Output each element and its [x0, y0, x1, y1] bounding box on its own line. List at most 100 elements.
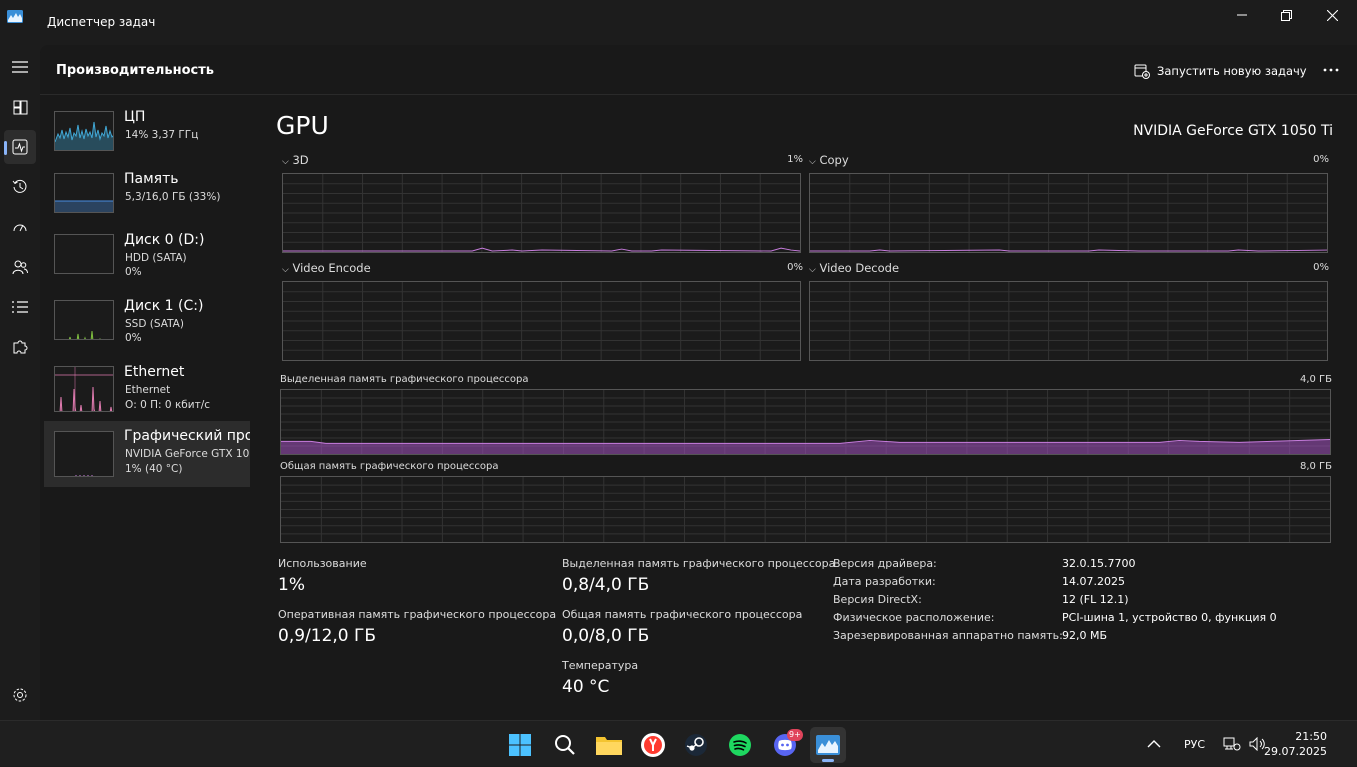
device-name: Диск 0 (D:) — [124, 232, 205, 248]
clock-time: 21:50 — [1295, 730, 1327, 743]
engine-label: Video Encode — [292, 261, 371, 275]
show-hidden-icons-button[interactable] — [1147, 721, 1161, 767]
gpu-model-name: NVIDIA GeForce GTX 1050 Ti — [1133, 123, 1333, 139]
device-gpu-0[interactable]: Графический процессор 0 NVIDIA GeForce G… — [44, 421, 250, 487]
engine-value: 1% — [787, 154, 803, 165]
clock-date: 29.07.2025 — [1264, 745, 1327, 758]
device-name: ЦП — [124, 109, 146, 125]
engine-value: 0% — [787, 262, 803, 273]
maximize-button[interactable] — [1263, 0, 1309, 30]
dedicated-memory-graph-label: Выделенная память графического процессор… — [280, 374, 529, 385]
language-indicator[interactable]: РУС — [1184, 721, 1205, 767]
info-key: Зарезервированная аппаратно память: — [833, 629, 1063, 642]
graph-grid — [810, 282, 1327, 360]
graph-grid — [281, 477, 1330, 542]
run-new-task-button[interactable]: Запустить новую задачу — [1134, 61, 1307, 81]
task-manager-app-icon — [7, 10, 23, 23]
main-panel: Производительность Запустить новую задач… — [40, 45, 1357, 720]
gpu-thumbnail-graph — [54, 431, 114, 477]
info-value: 32.0.15.7700 — [1062, 557, 1136, 570]
nav-processes[interactable] — [4, 90, 36, 124]
nav-details[interactable] — [4, 290, 36, 324]
more-dots-icon — [1323, 68, 1339, 72]
title-bar: Диспетчер задач — [0, 0, 1357, 45]
device-memory[interactable]: Память 5,3/16,0 ГБ (33%) — [44, 167, 250, 231]
processes-icon — [13, 100, 27, 114]
network-button[interactable] — [1223, 721, 1241, 767]
start-button[interactable] — [502, 727, 538, 763]
temperature-value: 40 °C — [562, 677, 610, 697]
hamburger-menu-button[interactable] — [4, 50, 36, 84]
shared-memory-graph — [280, 476, 1331, 543]
chevron-down-icon: ⌵ — [809, 265, 816, 275]
nav-services[interactable] — [4, 330, 36, 364]
engine-selector-3d[interactable]: ⌵ 3D — [282, 153, 309, 167]
taskbar: 9+ РУС 21:50 29.07.2025 — [0, 720, 1357, 766]
dedicated-memory-value: 0,8/4,0 ГБ — [562, 575, 650, 595]
page-title: Производительность — [56, 63, 215, 78]
disk0-thumbnail-graph — [54, 234, 114, 274]
details-list-icon — [12, 301, 28, 313]
usage-trace — [283, 247, 800, 252]
close-icon — [1326, 9, 1338, 21]
yandex-browser-icon — [641, 733, 665, 757]
nav-settings[interactable] — [4, 678, 36, 712]
task-manager-icon — [816, 735, 840, 755]
run-new-task-label: Запустить новую задачу — [1157, 64, 1307, 78]
shared-memory-value: 0,0/8,0 ГБ — [562, 626, 650, 646]
nav-app-history[interactable] — [4, 170, 36, 204]
nav-users[interactable] — [4, 250, 36, 284]
device-name: Графический процессор 0 — [124, 428, 250, 444]
graph-grid — [810, 174, 1327, 252]
chevron-down-icon: ⌵ — [282, 157, 289, 167]
search-button[interactable] — [547, 727, 583, 763]
windows-logo-icon — [509, 734, 531, 756]
chevron-down-icon: ⌵ — [809, 157, 816, 167]
chevron-down-icon: ⌵ — [282, 265, 289, 275]
info-key: Версия драйвера: — [833, 557, 937, 570]
discord-notification-badge: 9+ — [787, 729, 803, 741]
engine-label: Copy — [819, 153, 849, 167]
close-button[interactable] — [1309, 0, 1355, 30]
device-usage: 0% — [125, 266, 142, 278]
taskbar-discord[interactable]: 9+ — [767, 727, 803, 763]
taskbar-file-explorer[interactable] — [591, 727, 627, 763]
dedicated-memory-max: 4,0 ГБ — [1299, 374, 1332, 385]
taskbar-yandex-browser[interactable] — [635, 727, 671, 763]
device-disk-1[interactable]: Диск 1 (C:) SSD (SATA) 0% — [44, 294, 250, 358]
device-throughput: О: 0 П: 0 кбит/с — [125, 399, 211, 411]
device-usage: 0% — [125, 332, 142, 344]
nav-performance[interactable] — [4, 130, 36, 164]
taskbar-steam[interactable] — [678, 727, 714, 763]
taskbar-task-manager[interactable] — [810, 727, 846, 763]
minimize-icon — [1237, 14, 1247, 16]
device-ethernet[interactable]: Ethernet Ethernet О: 0 П: 0 кбит/с — [44, 360, 250, 424]
services-puzzle-icon — [13, 340, 28, 354]
more-options-button[interactable] — [1320, 59, 1342, 81]
navigation-rail — [0, 45, 40, 720]
system-clock[interactable]: 21:50 29.07.2025 — [1264, 729, 1327, 759]
minimize-button[interactable] — [1219, 0, 1265, 30]
device-detail: NVIDIA GeForce GTX 1050 Ti — [125, 448, 250, 460]
startup-gauge-icon — [13, 224, 27, 232]
dedicated-memory-svg — [281, 390, 1330, 454]
info-key: Физическое расположение: — [833, 611, 995, 624]
info-value: PCI-шина 1, устройство 0, функция 0 — [1062, 611, 1277, 624]
steam-icon — [685, 734, 707, 756]
memory-thumbnail-graph — [54, 173, 114, 213]
nav-startup[interactable] — [4, 210, 36, 244]
engine-label: 3D — [292, 153, 309, 167]
engine-selector-video-decode[interactable]: ⌵ Video Decode — [809, 261, 899, 275]
info-value: 14.07.2025 — [1062, 575, 1125, 588]
device-cpu[interactable]: ЦП 14% 3,37 ГГц — [44, 105, 250, 169]
engine-selector-copy[interactable]: ⌵ Copy — [809, 153, 849, 167]
taskbar-spotify[interactable] — [722, 727, 758, 763]
gpu-details-panel: GPU NVIDIA GeForce GTX 1050 Ti ⌵ 3D 1% ⌵… — [258, 95, 1357, 720]
disk1-thumbnail-graph — [54, 300, 114, 340]
hamburger-icon — [12, 61, 28, 73]
usage-label: Использование — [278, 557, 367, 570]
device-disk-0[interactable]: Диск 0 (D:) HDD (SATA) 0% — [44, 228, 250, 292]
shared-memory-graph-label: Общая память графического процессора — [280, 461, 499, 472]
spotify-icon — [729, 734, 751, 756]
engine-selector-video-encode[interactable]: ⌵ Video Encode — [282, 261, 371, 275]
